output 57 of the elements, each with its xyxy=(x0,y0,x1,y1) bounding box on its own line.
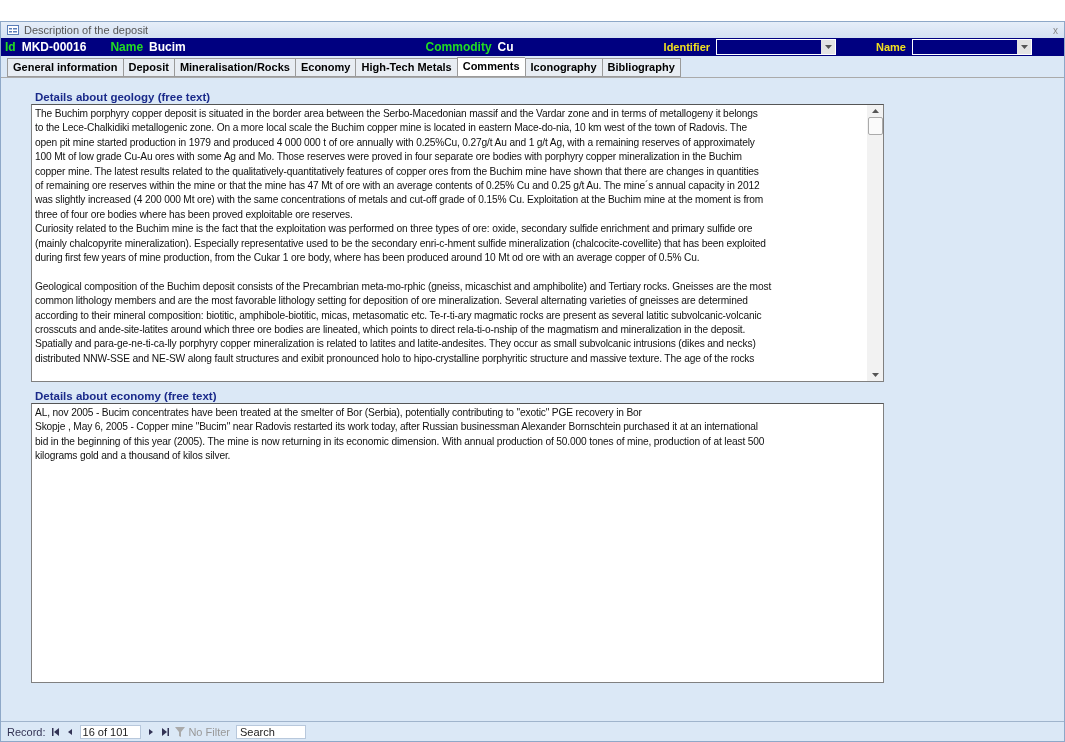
name-dropdown[interactable] xyxy=(912,39,1032,55)
identifier-label: Identifier xyxy=(663,41,711,53)
commodity-label: Commodity xyxy=(425,40,492,54)
text-line: Geological composition of the Buchim deposit consists of the Precambrian meta-mo-rphic (gneiss, micaschist and amphibolite) and Tertiary rocks. Gneisses are the most xyxy=(35,279,773,294)
record-position-field[interactable]: 16 of 101 xyxy=(79,724,142,739)
text-line: was slightly increased (4 200 000 Mt ore) with the same concentrations of metals and cut-off grade of 0.15% Cu. Exploitation at the Buchim mine at the moment is from xyxy=(35,193,765,208)
form-icon xyxy=(7,25,19,35)
scroll-down-icon[interactable] xyxy=(871,373,879,377)
window-title: Description of the deposit xyxy=(24,24,150,36)
tab[interactable]: Iconography xyxy=(524,58,602,77)
dropdown-arrow-icon[interactable] xyxy=(1020,45,1028,49)
tab[interactable]: Bibliography xyxy=(601,58,681,77)
scrollbar[interactable] xyxy=(867,105,883,381)
text-line: during first few years of mine production, from the Cukar 1 ore body, where has been produced around 10 Mt od ore with an average copper of 0.5% Cu. xyxy=(35,251,701,266)
search-field[interactable]: Search xyxy=(235,724,306,739)
tab[interactable]: Comments xyxy=(456,57,525,77)
scroll-up-icon[interactable] xyxy=(871,109,879,113)
name-value: Bucim xyxy=(149,40,186,54)
text-line: Spatially and para-ge-ne-ti-ca-lly porphyry copper mineralization is related to latites and latite-andesites. They occur as small subvolcanic intrusions (dikes and necks) xyxy=(35,337,757,352)
text-line: distributed NNW-SSE and NE-SW along fault structures and exibit pronounced holo to hipo-crystalline porphyritic structure and massive texture. The age of the rocks xyxy=(35,351,756,366)
text-line: kilograms gold and a thousand of kilos silver. xyxy=(35,449,232,464)
text-line: (mainly chalcopyrite mineralization). Especially representative used to be the secondary enri-c-hment sulfide mineralization (chalcocite-covellite) that has been exploited xyxy=(35,236,767,251)
commodity-value: Cu xyxy=(497,40,514,54)
identifier-dropdown[interactable] xyxy=(716,39,837,55)
id-label: Id xyxy=(5,40,16,54)
text-line: according to their mineral composition: biotitic, amphibole-biotitic, micas, metasomatic etc. Te-r-ti-ary magmatic rocks are present as several latitic subvolcanic-volcanic xyxy=(35,308,763,323)
economy-text-area[interactable] xyxy=(31,403,884,683)
section-label: Details about geology (free text) xyxy=(35,91,212,103)
text-line: The Buchim porphyry copper deposit is situated in the border area between the Serbo-Macedonian massif and the Vardar zone and in terms of metallogeny it belongs xyxy=(35,107,759,121)
record-label: Record: xyxy=(7,725,46,738)
text-line: copper mine. The latest results related to the qualitatively-quantitatively features of copper ores from the Buchim mine have shown that there are changes in quantities xyxy=(35,164,760,179)
scroll-thumb[interactable] xyxy=(867,117,883,135)
tab[interactable]: Mineralisation/Rocks xyxy=(173,58,295,77)
text-line: Curiosity related to the Buchim mine is the fact that the exploitation was performed on three types of ore: oxide, secondary sulfide enrichment and primary sulfide ore xyxy=(35,222,754,237)
id-value: MKD-00016 xyxy=(21,40,87,54)
text-line: crosscuts and ande-site-latites around which three ore bodies are lineated, which points to direct rela-ti-o-nship of the magmatism and mineralization in the deposit. xyxy=(35,323,747,338)
tab[interactable]: General information xyxy=(7,58,123,77)
geology-text-area[interactable] xyxy=(31,104,884,382)
text-line: AL, nov 2005 - Bucim concentrates have been treated at the smelter of Bor (Serbia), potentially contributing to "exotic" PGE recovery in Bor xyxy=(35,406,643,420)
dropdown-arrow-icon[interactable] xyxy=(824,45,832,49)
text-line: common lithology members and are the most favorable lithology setting for deposition of ore mineralization. Several alternating varieties of gneisses are determined xyxy=(35,294,749,309)
tab[interactable]: High-Tech Metals xyxy=(355,58,457,77)
text-line: Skopje , May 6, 2005 - Copper mine "Bucim" near Radovis restarted its work today, after Russian businessman Alexander Bornschtein purchased it at an international xyxy=(35,420,759,435)
first-record-icon[interactable] xyxy=(51,727,60,736)
last-record-icon[interactable] xyxy=(161,727,170,736)
section-label: Details about economy (free text) xyxy=(35,390,218,402)
text-line: 100 Mt of low grade Cu-Au ores with some Ag and Mo. Those reserves were proved in four separate ore bodies with porphyry copper mineralization in the Buchim xyxy=(35,150,743,165)
text-line: three of four ore bodies where has been proved exploitable ore reserves. xyxy=(35,207,354,222)
name-search-label: Name xyxy=(876,41,906,53)
funnel-icon xyxy=(175,726,186,737)
text-line: of remaining ore reserves within the mine or that the mine has 47 Mt of ore with an average contents of 0.25% Cu and 0.25 g/t Au. The mine´s annual capacity in 2012 xyxy=(35,179,761,194)
text-line: bid in the beginning of this year (2005). The mine is now returning in its economic dimension. With annual production of 50.000 tones of mine, production of at least 500 xyxy=(35,434,766,449)
text-line: open pit mine started production in 1979 and produced 4 000 000 t of ore annually with 0.25%Cu, 0.27g/t Au and 1 g/t Ag, with a remaining reserves of approximately xyxy=(35,135,756,150)
tab[interactable]: Economy xyxy=(294,58,356,77)
text-line: to the Lece-Chalkidiki metallogenic zone. On a more local scale the Buchim copper mine is located in eastern Mace-do-nia, 10 km west of the town of Radovis. The xyxy=(35,121,748,136)
tab[interactable]: Deposit xyxy=(122,58,174,77)
name-label: Name xyxy=(110,40,144,54)
